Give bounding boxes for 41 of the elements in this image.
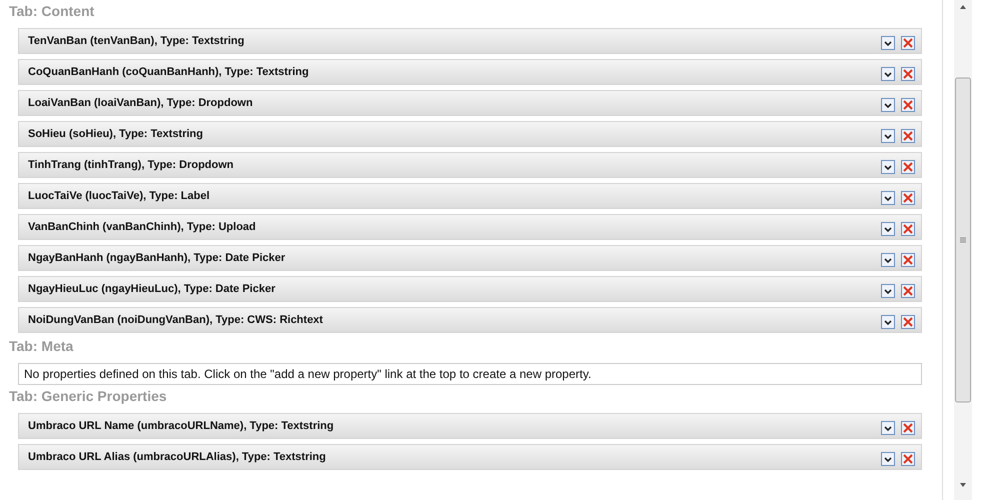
property-label: SoHieu (soHieu), Type: Textstring (28, 128, 203, 140)
delete-icon[interactable] (901, 191, 915, 205)
tab-heading: Tab: Generic Properties (9, 388, 168, 405)
property-label: NoiDungVanBan (noiDungVanBan), Type: CWS: Richtext (28, 314, 323, 326)
info-message: No properties defined on this tab. Click on the "add a new property" link at the top to create a new property. (18, 363, 922, 385)
delete-icon[interactable] (901, 222, 915, 236)
expand-icon[interactable] (881, 421, 895, 435)
delete-icon[interactable] (901, 67, 915, 81)
delete-icon[interactable] (901, 315, 915, 329)
property-label: LoaiVanBan (loaiVanBan), Type: Dropdown (28, 97, 253, 109)
property-label: CoQuanBanHanh (coQuanBanHanh), Type: Textstring (28, 66, 309, 78)
delete-icon[interactable] (901, 452, 915, 466)
expand-icon[interactable] (881, 191, 895, 205)
delete-icon[interactable] (901, 421, 915, 435)
delete-icon[interactable] (901, 253, 915, 267)
property-label: TenVanBan (tenVanBan), Type: Textstring (28, 35, 244, 47)
delete-icon[interactable] (901, 129, 915, 143)
expand-icon[interactable] (881, 452, 895, 466)
expand-icon[interactable] (881, 222, 895, 236)
property-label: NgayHieuLuc (ngayHieuLuc), Type: Date Picker (28, 283, 276, 295)
delete-icon[interactable] (901, 36, 915, 50)
expand-icon[interactable] (881, 129, 895, 143)
property-label: Umbraco URL Alias (umbracoURLAlias), Type: Textstring (28, 451, 326, 463)
delete-icon[interactable] (901, 98, 915, 112)
expand-icon[interactable] (881, 98, 895, 112)
tab-heading: Tab: Meta (9, 338, 74, 355)
property-label: NgayBanHanh (ngayBanHanh), Type: Date Picker (28, 252, 286, 264)
property-label: VanBanChinh (vanBanChinh), Type: Upload (28, 221, 256, 233)
expand-icon[interactable] (881, 284, 895, 298)
expand-icon[interactable] (881, 36, 895, 50)
scrollbar[interactable] (954, 0, 972, 500)
property-label: Umbraco URL Name (umbracoURLName), Type: Textstring (28, 420, 334, 432)
expand-icon[interactable] (881, 67, 895, 81)
delete-icon[interactable] (901, 160, 915, 174)
expand-icon[interactable] (881, 160, 895, 174)
expand-icon[interactable] (881, 315, 895, 329)
delete-icon[interactable] (901, 284, 915, 298)
tab-heading: Tab: Content (9, 3, 96, 20)
property-label: TinhTrang (tinhTrang), Type: Dropdown (28, 159, 234, 171)
property-label: LuocTaiVe (luocTaiVe), Type: Label (28, 190, 210, 202)
expand-icon[interactable] (881, 253, 895, 267)
